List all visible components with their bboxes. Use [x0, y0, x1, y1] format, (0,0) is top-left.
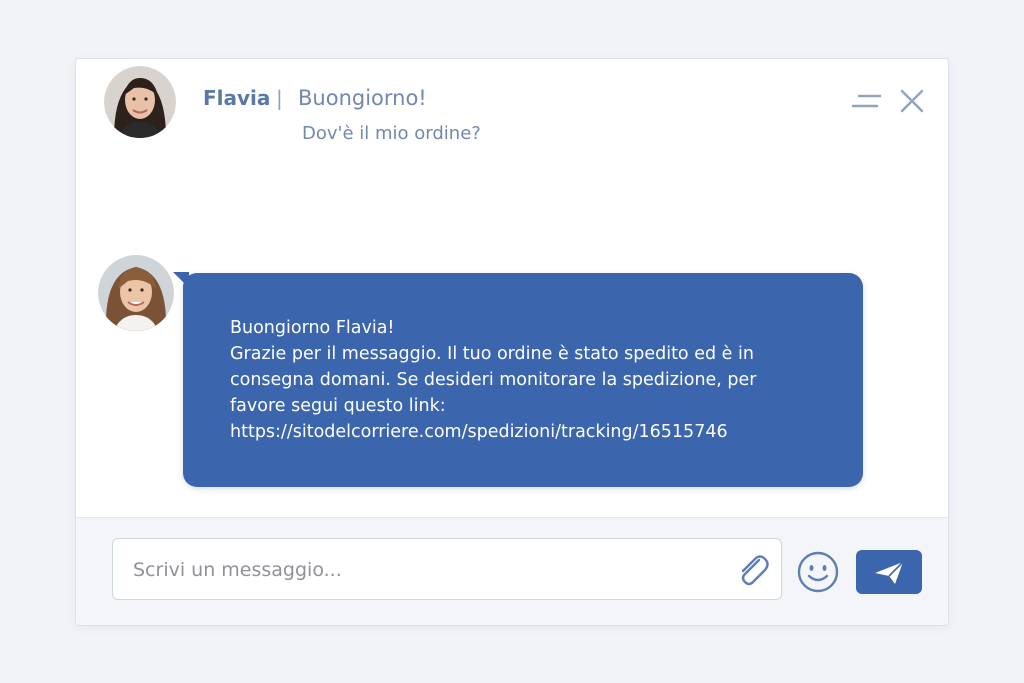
contact-name: Flavia	[203, 86, 271, 110]
agent-avatar	[98, 255, 174, 331]
customer-avatar	[104, 66, 176, 138]
agent-message-text: Buongiorno Flavia! Grazie per il messagg…	[230, 315, 830, 445]
paper-plane-icon	[875, 561, 904, 584]
minimize-button[interactable]	[851, 87, 883, 115]
close-button[interactable]	[898, 87, 928, 115]
tracking-link[interactable]: https://sitodelcorriere.com/spedizioni/t…	[230, 419, 830, 445]
message-line: favore segui questo link:	[230, 396, 446, 416]
header-separator: |	[276, 86, 283, 110]
send-button[interactable]	[856, 550, 922, 594]
attach-button[interactable]	[733, 551, 773, 589]
message-input-box	[112, 538, 782, 601]
message-line: Grazie per il messaggio. Il tuo ordine è…	[230, 344, 754, 364]
customer-greeting: Buongiorno!	[298, 86, 427, 110]
agent-message-bubble: Buongiorno Flavia! Grazie per il messagg…	[183, 273, 863, 487]
paperclip-icon	[741, 555, 769, 586]
message-line: consegna domani. Se desideri monitorare …	[230, 370, 757, 390]
minimize-icon	[851, 94, 883, 108]
message-line: Buongiorno Flavia!	[230, 318, 395, 338]
smiley-icon	[797, 551, 839, 593]
close-icon	[900, 89, 924, 113]
composer-bar	[76, 517, 948, 625]
message-input[interactable]	[131, 539, 715, 601]
chat-window: Flavia | Buongiorno! Dov'è il mio ordine…	[75, 58, 949, 626]
chat-header: Flavia | Buongiorno! Dov'è il mio ordine…	[76, 59, 948, 219]
emoji-button[interactable]	[796, 550, 840, 594]
customer-question: Dov'è il mio ordine?	[302, 123, 481, 144]
